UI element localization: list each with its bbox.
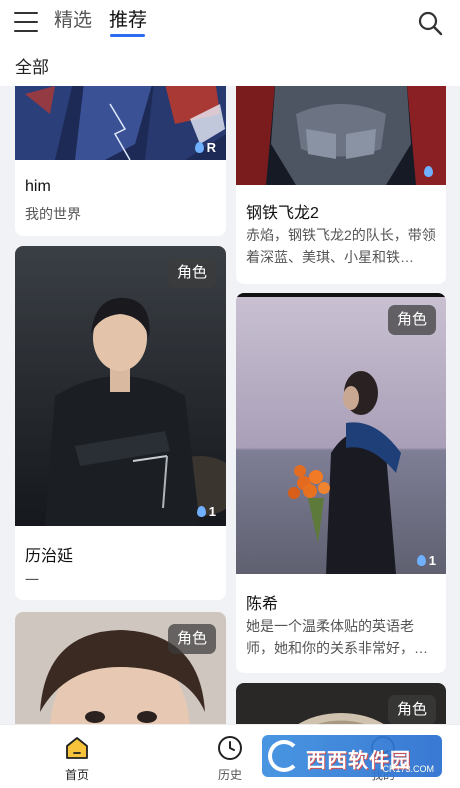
flame-icon [416,555,426,566]
chat-count: R [194,140,216,155]
clock-icon [217,735,243,761]
top-bar: 精选 推荐 [0,0,460,44]
nav-history[interactable]: 历史 [190,725,270,788]
role-badge: 角色 [167,624,216,654]
role-badge: 角色 [387,305,436,335]
flame-icon [196,506,206,517]
card-title: 历治延 [25,548,74,565]
character-card[interactable]: 角色 [15,612,226,724]
filter-all[interactable]: 全部 [15,53,49,78]
tab-recommend[interactable]: 推荐 [109,10,147,32]
role-badge: 角色 [167,258,216,288]
home-icon [64,735,90,761]
watermark-logo: 西西软件园 CR173.COM [262,735,442,777]
flame-icon [424,166,433,177]
card-description: 我的世界 [25,206,81,222]
card-title: him [25,178,51,195]
card-description: 她是一个温柔体贴的英语老师，她和你的关系非常好，… [246,618,428,656]
tab-featured[interactable]: 精选 [54,10,92,32]
filter-row: 全部 [0,44,460,86]
character-card[interactable]: 角色 [236,683,446,724]
role-badge: 角色 [387,695,436,724]
nav-home[interactable]: 首页 [37,725,117,788]
card-title: 陈希 [246,596,279,613]
character-card[interactable]: R him 我的世界 [15,86,226,236]
character-card[interactable]: 角色 1 陈希 她是一个温柔体贴的英语老师，她和你的关系非常好，… [236,293,446,673]
card-description: 赤焰，钢铁飞龙2的队长，带领着深蓝、美琪、小星和铁… [246,227,436,265]
card-description: 一 [25,572,39,588]
watermark-c-icon [268,740,300,772]
search-icon[interactable] [417,10,443,36]
flame-icon [194,142,204,153]
card-image [236,86,446,185]
card-image [15,246,226,526]
chat-count [424,166,436,177]
active-tab-indicator [110,34,145,37]
menu-icon[interactable] [14,10,40,34]
chat-count: 1 [416,553,436,568]
card-image [236,293,446,574]
card-title: 钢铁飞龙2 [246,205,319,222]
chat-count: 1 [196,504,216,519]
character-feed[interactable]: R him 我的世界 钢铁飞龙2 赤焰，钢铁飞龙2的队长，带领着深蓝、美琪、小星… [0,86,460,724]
character-card[interactable]: 钢铁飞龙2 赤焰，钢铁飞龙2的队长，带领着深蓝、美琪、小星和铁… [236,86,446,284]
character-card[interactable]: 角色 1 历治延 一 [15,246,226,600]
